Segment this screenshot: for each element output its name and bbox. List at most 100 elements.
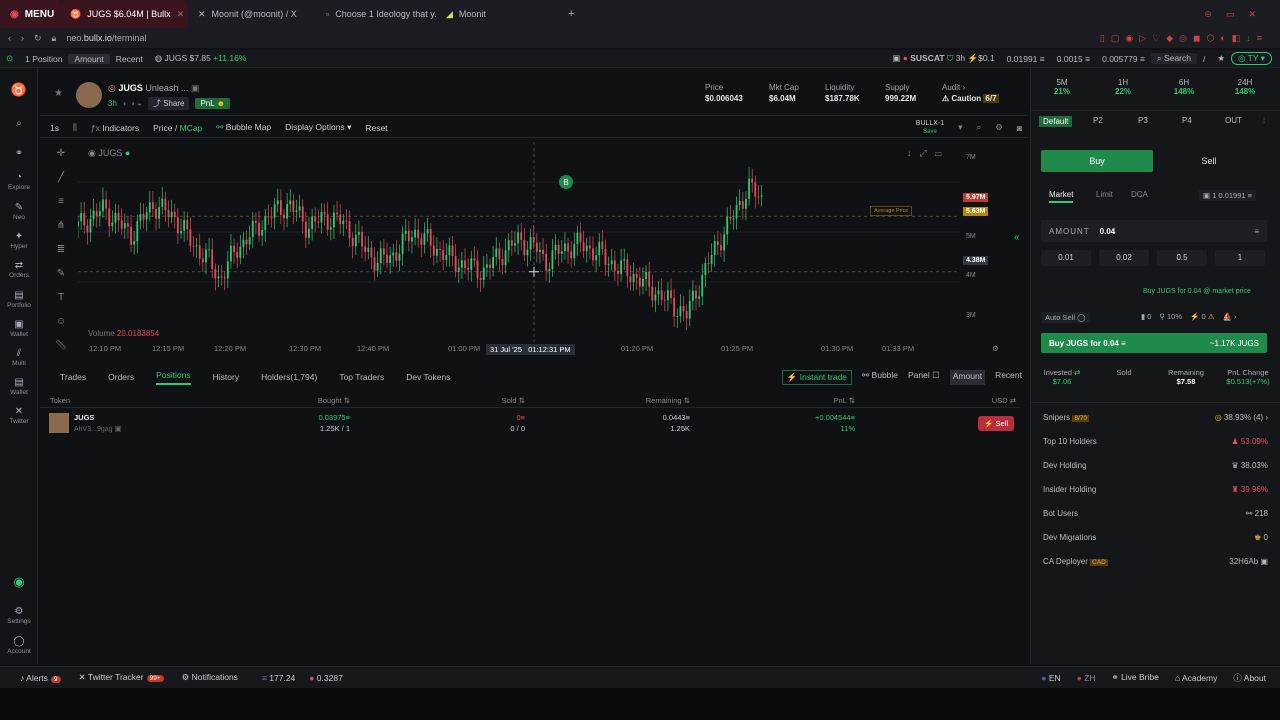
rail-orders[interactable]: ⇄ Orders (0, 260, 38, 279)
order-market[interactable]: Market (1049, 190, 1074, 203)
brush-icon[interactable]: ✎ (52, 268, 70, 292)
extensions-icons[interactable]: ▯▢◉▷♡◆◎◼⬡◐◧↓≡ (1100, 33, 1268, 44)
preset-p3[interactable]: P3 (1138, 116, 1148, 125)
instant-trade-button[interactable]: ⚡ Instant trade (781, 369, 853, 385)
rail-wallet-2[interactable]: ▤ Wallet (0, 377, 38, 396)
buy-tab[interactable]: Buy (1041, 150, 1153, 172)
camera-icon[interactable]: ◙ (1017, 123, 1022, 133)
twitter-tracker-button[interactable]: ✕ Twitter Tracker 99+ (79, 672, 164, 683)
timeframe-5m[interactable]: 5M 21% (1033, 78, 1091, 96)
search-button[interactable]: ⌕ Search (1150, 53, 1197, 64)
buy-submit-button[interactable]: Buy JUGS for 0.04 ≡ ~1.17K JUGS (1041, 333, 1267, 353)
alerts-button[interactable]: ♪ Alerts 9 (20, 673, 61, 683)
bubble-toggle[interactable]: ⚯ Bubble (862, 370, 898, 385)
col-sold[interactable]: Sold ⇅ (350, 396, 525, 405)
timeframe-24h[interactable]: 24H 148% (1216, 78, 1274, 96)
about-button[interactable]: ⓘ About (1233, 672, 1266, 684)
wallet-select[interactable]: ▣ 1 0.01991 ≡ (1199, 190, 1257, 201)
reload-icon[interactable]: ↻ (34, 33, 42, 44)
copy-icon[interactable]: ▣ (115, 424, 122, 433)
window-controls[interactable]: ⊖▭✕ (1204, 9, 1270, 20)
timeframe-1h[interactable]: 1H 22% (1094, 78, 1152, 96)
stat-audit[interactable]: Audit › ⚠ Caution 6/7 (942, 83, 999, 103)
layout-select[interactable]: BULLX-1 Save (916, 120, 944, 136)
back-icon[interactable]: ‹ (8, 33, 11, 43)
candle-type-icon[interactable]: ⫼ (73, 122, 77, 133)
preset-p2[interactable]: P2 (1093, 116, 1103, 125)
price-chart[interactable]: B (78, 142, 960, 342)
browser-tab-x[interactable]: ✕ Moonit (@moonit) / X (188, 0, 316, 28)
rail-neo[interactable]: ✎ Neo (0, 202, 38, 221)
fib-icon[interactable]: ⋔ (52, 220, 70, 244)
interval-select[interactable]: 1s (50, 123, 59, 133)
text-icon[interactable]: T (52, 292, 70, 316)
rail-settings[interactable]: ⚙ Settings (0, 606, 38, 625)
currency-toggle[interactable]: USD ⇄ (992, 396, 1016, 405)
col-token[interactable]: Token (40, 396, 255, 405)
gear-icon[interactable]: ⚙ (995, 122, 1003, 133)
bullx-logo-icon[interactable]: ♉ (0, 82, 38, 99)
trendline-icon[interactable]: ╱ (52, 172, 70, 196)
tab-trades[interactable]: Trades (60, 372, 86, 382)
price-mcap-toggle[interactable]: Price / MCap (153, 123, 202, 133)
amount-input[interactable]: AMOUNT 0.04 ≡ (1041, 220, 1267, 242)
lang-zh[interactable]: ● ZH (1077, 673, 1096, 683)
ruler-icon[interactable]: 📏︎ (52, 340, 70, 364)
display-options-button[interactable]: Display Options ▾ (285, 122, 351, 133)
forward-icon[interactable]: › (21, 33, 24, 43)
link-icon[interactable]: ⚭ (0, 148, 38, 160)
browser-tab-moonit[interactable]: ◢ Moonit (436, 0, 564, 28)
browser-tab-ideology[interactable]: ▫ Choose 1 Ideology that y... (316, 0, 436, 28)
recent-toggle[interactable]: Recent (995, 370, 1022, 385)
amount-toggle[interactable]: Amount (949, 369, 986, 385)
star-icon[interactable]: ★ (1211, 53, 1231, 64)
metric-snipers[interactable]: Snipers 8/70 ◎ 38.93% (4) › (1043, 413, 1268, 422)
table-row[interactable]: JUGS AhV3...9gag ▣ 0.03975≡ 1.25K / 1 0≡ 0 … (40, 408, 1020, 438)
metric-ca-deployer[interactable]: CA Deployer CAD 32H6Ab ▣ (1043, 557, 1268, 566)
tab-positions[interactable]: Positions (156, 370, 191, 385)
academy-button[interactable]: ⌂ Academy (1175, 673, 1217, 683)
lang-en[interactable]: ● EN (1041, 673, 1060, 683)
rail-explore[interactable]: ◔ Explore (0, 172, 38, 191)
crosshair-icon[interactable]: ✛ (52, 148, 70, 172)
rail-account[interactable]: ◯ Account (0, 636, 38, 655)
tab-holders[interactable]: Holders(1,794) (261, 372, 317, 382)
social-icons[interactable]: ◐ ◑ ◒ (123, 99, 142, 108)
copy-icon[interactable]: ▣ (191, 83, 200, 93)
quick-amount-button[interactable]: 1 (1215, 250, 1265, 266)
notifications-button[interactable]: ⚙ Notifications (182, 672, 238, 683)
auto-sell-toggle[interactable]: Auto Sell ◯ (1041, 312, 1090, 323)
browser-tab-bullx[interactable]: ♉ JUGS $6.04M | Bullx ✕ (60, 0, 188, 28)
trade-settings[interactable]: ▮ 0 ⚲ 10% ⚡ 0 ⚠ ⛵ › (1141, 312, 1236, 321)
tab-top-traders[interactable]: Top Traders (339, 372, 384, 382)
panel-toggle[interactable]: Panel ☐ (908, 370, 940, 385)
horizontal-lines-icon[interactable]: ≡ (52, 196, 70, 220)
amount-toggle[interactable]: Amount (68, 53, 110, 64)
chevron-down-icon[interactable]: ▾ (958, 122, 962, 133)
url-field[interactable]: neo.bullx.io/terminal (66, 33, 146, 43)
pnl-button[interactable]: PnL ☻ (195, 98, 231, 109)
order-dca[interactable]: DCA (1131, 190, 1148, 199)
indicators-button[interactable]: ƒx Indicators (91, 123, 139, 133)
preset-default[interactable]: Default (1039, 116, 1073, 127)
sell-tab[interactable]: Sell (1153, 150, 1265, 172)
quick-amount-button[interactable]: 0.5 (1157, 250, 1207, 266)
ticker-item[interactable]: ◍ JUGS $7.85 +11.16% (149, 53, 253, 64)
share-button[interactable]: ⤴ Share (147, 97, 190, 110)
quick-amount-button[interactable]: 0.02 (1099, 250, 1149, 266)
rail-twitter[interactable]: ✕ Twitter (0, 406, 38, 425)
menu-button[interactable]: ◉ MENU (0, 0, 60, 28)
preset-out[interactable]: OUT (1225, 116, 1242, 125)
new-tab-icon[interactable]: + (568, 8, 574, 20)
rail-multi[interactable]: ⫽ Multi (0, 348, 38, 367)
zoom-icon[interactable]: ⌕ (976, 122, 981, 133)
live-bribe-button[interactable]: ⚭ Live Bribe (1112, 672, 1159, 683)
emoji-icon[interactable]: ☺ (52, 316, 70, 340)
reset-button[interactable]: Reset (365, 123, 387, 133)
account-button[interactable]: ◎ TY ▾ (1230, 52, 1272, 65)
rail-wallet[interactable]: ▣ Wallet (0, 319, 38, 338)
order-limit[interactable]: Limit (1096, 190, 1113, 199)
gear-icon[interactable]: ⚙ (992, 344, 999, 353)
new-feature-icon[interactable]: ◉ (0, 574, 38, 591)
rail-hyper[interactable]: ✦ Hyper (0, 231, 38, 250)
